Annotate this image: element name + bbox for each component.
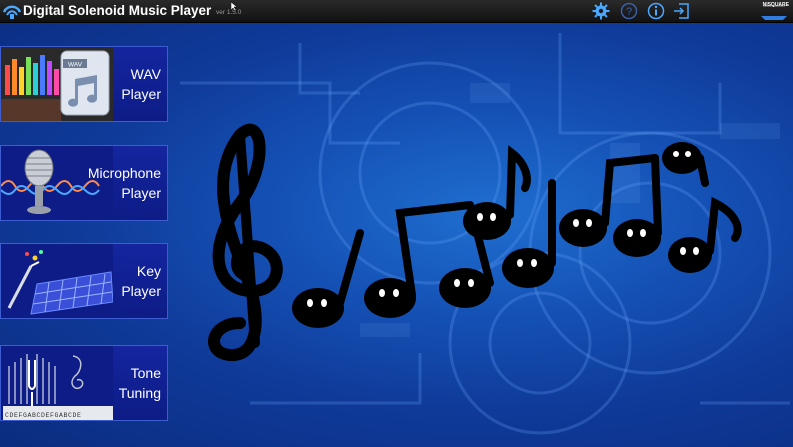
microphone-player-button[interactable]: Microphone Player [0,145,168,221]
microphone-player-label: Microphone Player [87,165,161,201]
settings-gear-icon[interactable] [592,2,610,20]
help-icon[interactable]: ? [620,2,638,20]
key-player-label: Key Player [121,263,161,299]
brand-label: NISQUARE [762,2,789,8]
tone-tuning-button[interactable]: CDEFGABCDEFGABCDE Tone Tuning [0,345,168,421]
tuning-fork-icon: CDEFGABCDEFGABCDE [1,346,113,420]
app-title: Digital Solenoid Music Player [23,3,212,18]
wav-player-label: WAV Player [121,66,161,102]
tone-keys-text: CDEFGABCDEFGABCDE [5,412,82,419]
mouse-cursor-icon [231,2,237,11]
wav-badge: WAV [68,62,83,69]
title-bar: Digital Solenoid Music Player ver 1.5.0 … [0,0,793,23]
wav-file-icon: WAV [1,47,113,121]
info-icon[interactable] [647,2,665,20]
exit-icon[interactable] [672,2,690,20]
app-logo-icon [3,5,21,19]
keyboard-icon [1,244,113,318]
version-label: ver 1.5.0 [216,9,242,16]
wav-player-button[interactable]: WAV WAV Player [0,46,168,122]
tone-tuning-label: Tone Tuning [118,365,161,401]
key-player-button[interactable]: Key Player [0,243,168,319]
svg-text:?: ? [626,6,632,18]
